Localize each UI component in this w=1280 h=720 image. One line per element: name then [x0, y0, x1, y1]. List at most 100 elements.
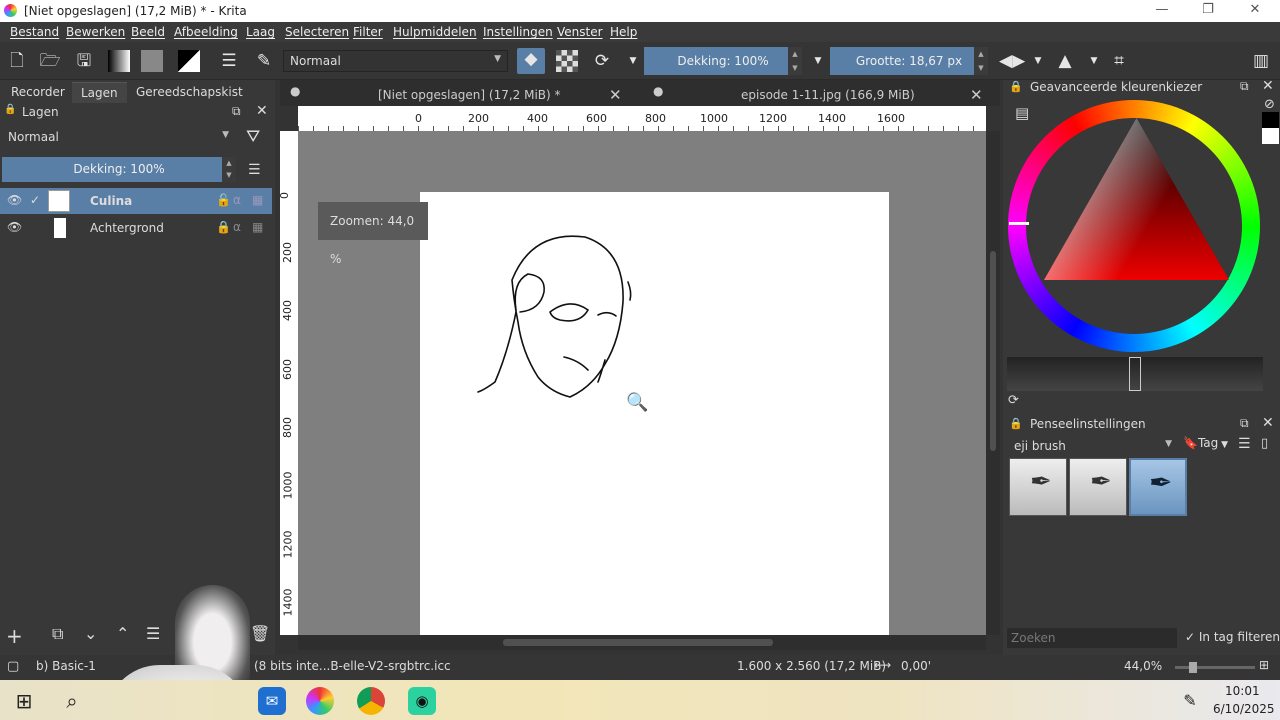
brush-preset-select[interactable]: eji brush ▼ [1008, 436, 1178, 456]
close-tab-icon[interactable]: ✕ [970, 86, 983, 108]
chevron-down-icon[interactable]: ▼ [622, 50, 644, 72]
layer-menu-icon[interactable]: ☰ [248, 162, 261, 178]
chrome-icon[interactable] [357, 687, 385, 715]
open-folder-icon[interactable]: 🗁 [39, 50, 61, 72]
eraser-icon[interactable]: ◆ [517, 48, 545, 74]
opacity-spin[interactable]: ▲ ▼ [788, 47, 802, 75]
move-up-icon[interactable]: ⌃ [116, 624, 129, 643]
chevron-down-icon[interactable]: ▼ [1083, 50, 1105, 72]
chevron-down-icon[interactable]: ▼ [807, 50, 829, 72]
filter-in-tag-checkbox[interactable]: ✓ In tag filteren [1185, 630, 1280, 644]
alpha-lock-icon[interactable] [556, 50, 578, 72]
visibility-eye-icon[interactable]: 👁 [7, 220, 22, 234]
tab-gereedschapskist[interactable]: Gereedschapskist [127, 82, 252, 103]
menu-instellingen[interactable]: Instellingen [483, 25, 553, 39]
layer-opacity-slider[interactable]: Dekking: 100% ▲ ▼ [2, 157, 236, 182]
inherit-alpha-icon[interactable]: ▦ [252, 220, 263, 234]
layer-name[interactable]: Culina [90, 194, 132, 208]
brush-preset-tile[interactable]: ✒ [1069, 458, 1127, 516]
brush-preset-tile[interactable]: ✒ [1009, 458, 1067, 516]
zoom-slider[interactable] [1175, 662, 1255, 673]
background-swatch[interactable] [1262, 128, 1279, 144]
layer-opacity-spin[interactable]: ▲ ▼ [222, 157, 236, 182]
app-icon[interactable]: ◉ [408, 687, 436, 715]
crop-icon[interactable]: ⌗ [1108, 50, 1130, 72]
refresh-icon[interactable]: ⟳ [1008, 393, 1019, 408]
close-button[interactable]: ✕ [1235, 2, 1275, 20]
menu-hulpmiddelen[interactable]: Hulpmiddelen [393, 25, 477, 39]
reload-preset-icon[interactable]: ⟳ [591, 50, 613, 72]
vertical-scrollbar[interactable] [986, 131, 1000, 635]
alpha-icon[interactable]: α [233, 220, 241, 234]
rotation-icon[interactable]: ⟷ [874, 658, 891, 672]
horizontal-scrollbar[interactable] [298, 635, 986, 650]
filter-icon[interactable]: ⛛ [246, 127, 260, 147]
opacity-slider[interactable]: Dekking: 100% ▲ ▼ [644, 47, 802, 75]
no-color-icon[interactable]: ⊘ [1264, 97, 1275, 112]
layer-properties-icon[interactable]: ☰ [146, 624, 160, 643]
document-canvas[interactable] [420, 192, 889, 635]
minimize-button[interactable]: — [1142, 2, 1182, 20]
lock-icon[interactable]: 🔒 [216, 220, 231, 234]
float-docker-icon[interactable]: ⧉ [1240, 79, 1249, 94]
tab-recorder[interactable]: Recorder [2, 82, 74, 103]
brush-presets-icon[interactable]: ☰ [218, 50, 240, 72]
save-icon[interactable]: 🖫 [73, 50, 95, 72]
menu-selecteren[interactable]: Selecteren [285, 25, 349, 39]
close-docker-icon[interactable]: ✕ [256, 103, 268, 119]
lock-icon[interactable]: 🔓 [216, 193, 231, 207]
close-docker-icon[interactable]: ✕ [1262, 415, 1274, 431]
menu-venster[interactable]: Venster [557, 25, 603, 39]
workspace-icon[interactable]: ▥ [1250, 50, 1272, 72]
panel-icon[interactable]: ▯ [1261, 436, 1268, 451]
delete-layer-icon[interactable]: 🗑 [250, 624, 270, 643]
menu-filter[interactable]: Filter [353, 25, 383, 39]
layer-name[interactable]: Achtergrond [90, 221, 164, 235]
search-icon[interactable]: ⌕ [58, 687, 86, 715]
tab-lagen[interactable]: Lagen [72, 82, 127, 103]
size-spin[interactable]: ▲ ▼ [974, 47, 988, 75]
float-docker-icon[interactable]: ⧉ [232, 104, 241, 119]
lock-icon[interactable]: 🔒 [4, 104, 16, 115]
move-down-icon[interactable]: ⌄ [84, 624, 97, 643]
float-docker-icon[interactable]: ⧉ [1240, 416, 1249, 431]
color-history-strip[interactable] [1007, 357, 1263, 391]
layer-blend-select[interactable]: Normaal ▼ [2, 127, 235, 148]
gradient-icon[interactable] [108, 50, 130, 72]
menu-laag[interactable]: Laag [246, 25, 275, 39]
close-docker-icon[interactable]: ✕ [1262, 78, 1274, 94]
pen-icon[interactable]: ✎ [1176, 687, 1204, 715]
krita-taskbar-icon[interactable] [306, 687, 334, 715]
chevron-down-icon[interactable]: ▼ [1027, 50, 1049, 72]
menu-bewerken[interactable]: Bewerken [66, 25, 125, 39]
add-layer-icon[interactable]: + [6, 624, 23, 648]
list-view-icon[interactable]: ☰ [1238, 436, 1251, 452]
brush-status[interactable]: b) Basic-1 [36, 659, 96, 673]
pattern-icon[interactable] [141, 50, 163, 72]
brush-editor-icon[interactable]: ✎ [253, 50, 275, 72]
color-settings-icon[interactable]: ▤ [1015, 104, 1029, 122]
inherit-alpha-icon[interactable]: ▦ [252, 193, 263, 207]
menu-afbeelding[interactable]: Afbeelding [174, 25, 238, 39]
brush-preset-tile[interactable]: ✒ [1129, 458, 1187, 516]
zoom-slider-handle[interactable] [1189, 662, 1197, 673]
lock-icon[interactable]: 🔒 [1009, 417, 1023, 430]
size-slider[interactable]: Grootte: 18,67 px ▲ ▼ [830, 47, 988, 75]
mirror-vertical-icon[interactable]: ▲ [1054, 50, 1076, 72]
brush-search-input[interactable]: Zoeken [1007, 628, 1177, 648]
foreground-swatch[interactable] [1262, 112, 1279, 128]
scroll-thumb[interactable] [503, 639, 773, 646]
duplicate-layer-icon[interactable]: ⧉ [52, 624, 63, 644]
scroll-thumb[interactable] [990, 251, 996, 451]
windows-start-icon[interactable]: ⊞ [10, 687, 38, 715]
blend-mode-select[interactable]: Normaal ▼ [283, 50, 508, 72]
visibility-eye-icon[interactable]: 👁 [7, 193, 22, 207]
menu-help[interactable]: Help [610, 25, 637, 39]
alpha-icon[interactable]: α [233, 193, 241, 207]
tag-button[interactable]: 🔖Tag ▼ [1183, 436, 1231, 456]
close-tab-icon[interactable]: ✕ [609, 86, 622, 108]
checkbox-icon[interactable]: ✓ [30, 193, 40, 207]
mirror-horizontal-icon[interactable]: ◀▶ [999, 50, 1025, 72]
fit-screen-icon[interactable]: ⊞ [1259, 658, 1269, 672]
fg-bg-color-icon[interactable] [178, 50, 200, 72]
